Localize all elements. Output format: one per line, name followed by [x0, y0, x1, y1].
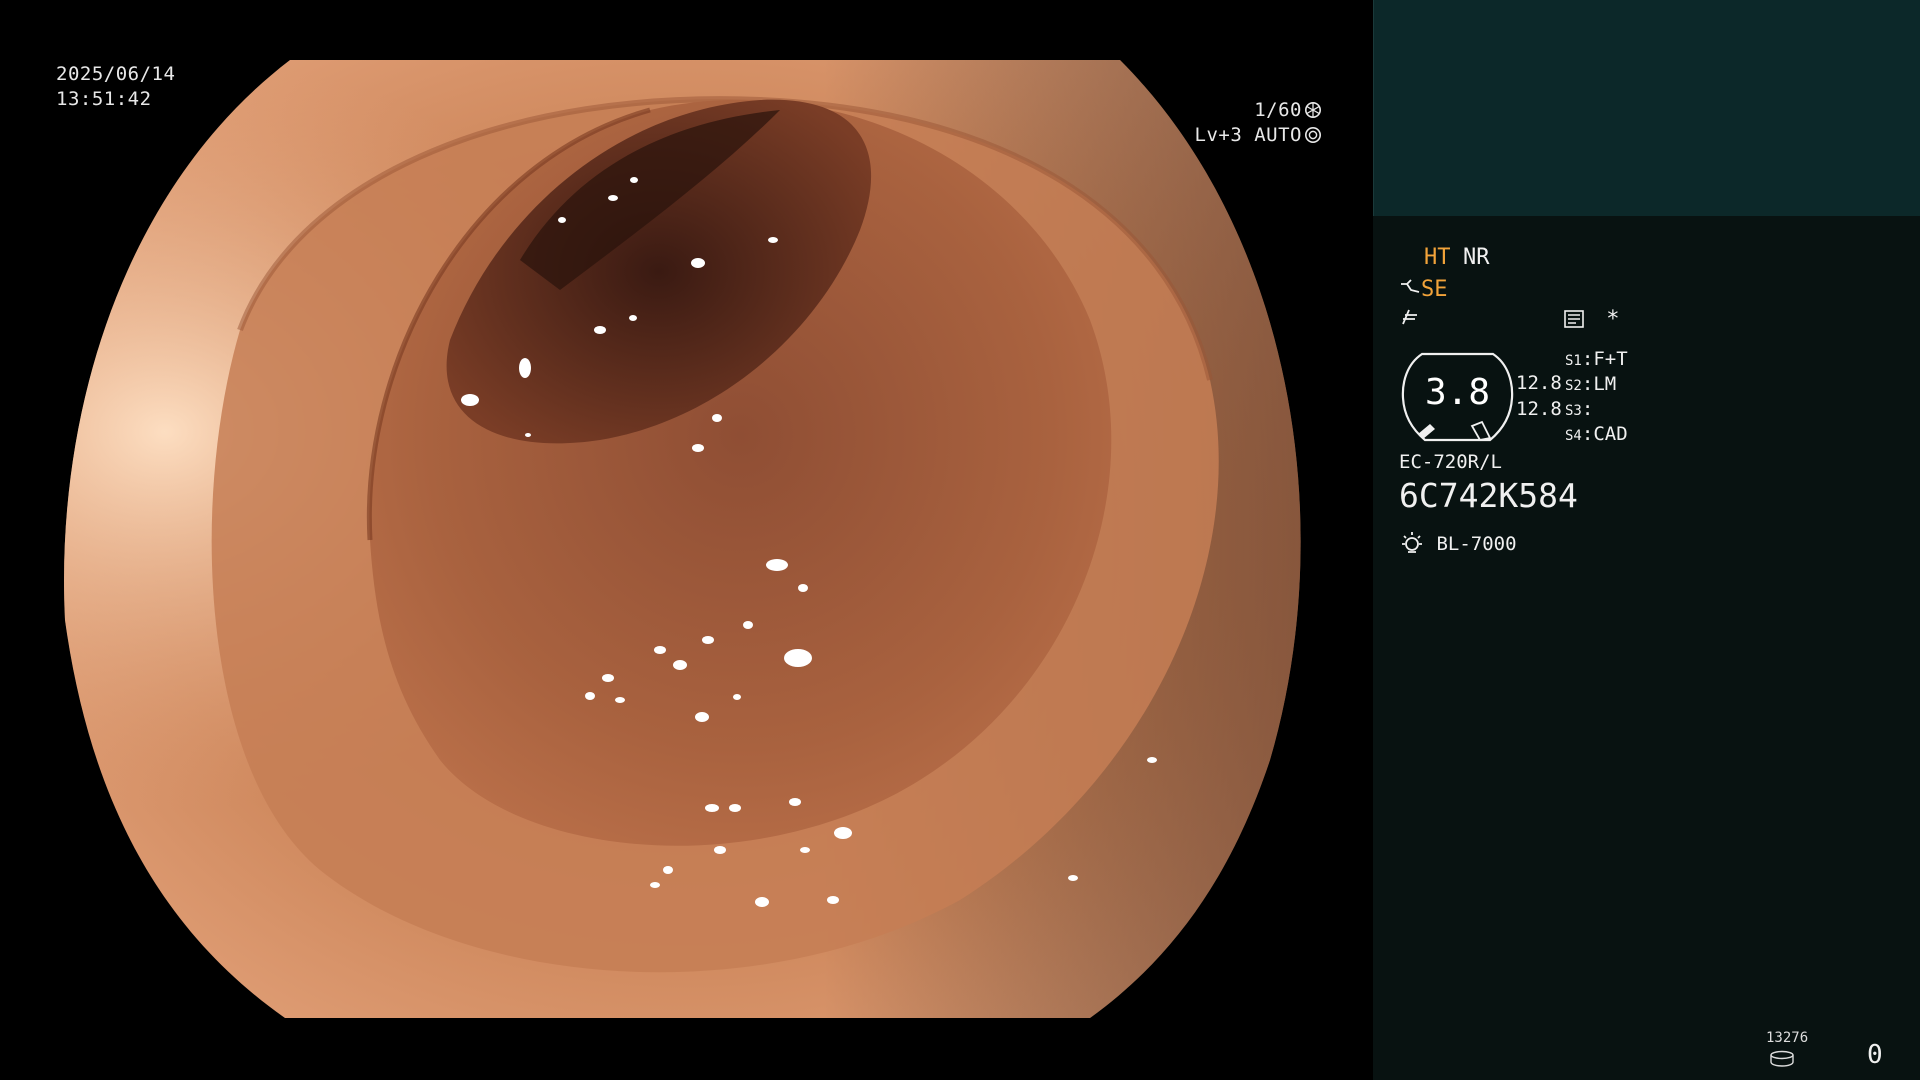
- info-panel: HT NR SE * 3.8 12.8 12.8 S1:F+T S2:LM S3…: [1373, 0, 1920, 1080]
- date-time-readout: 2025/06/14 13:51:42: [56, 62, 175, 112]
- capture-counter: 0: [1867, 1040, 1883, 1070]
- switch-3-assignment: S3:: [1565, 398, 1594, 420]
- aperture-icon: [1304, 101, 1322, 119]
- nr-mode-label: NR: [1463, 245, 1490, 270]
- se-label: SE: [1421, 277, 1448, 302]
- enhancement-row: [1399, 306, 1421, 336]
- switch-4-assignment: S4:CAD: [1565, 423, 1628, 445]
- endoscope-view: 2025/06/14 13:51:42 1/60 Lv+3 AUTO: [0, 0, 1372, 1080]
- indicator-icons: *: [1563, 306, 1620, 334]
- se-row: SE: [1399, 276, 1448, 304]
- scope-model: EC-720R/L: [1399, 451, 1502, 473]
- light-source-icon: [1402, 532, 1422, 553]
- light-source-row: BL-7000: [1399, 530, 1517, 558]
- ht-mode-label: HT: [1424, 245, 1451, 270]
- iris-icon: [1304, 126, 1322, 144]
- shutter-text: 1/60: [1254, 99, 1302, 121]
- date-text: 2025/06/14: [56, 63, 176, 85]
- image-count: 13276: [1766, 1030, 1809, 1046]
- endoscopic-image: [64, 60, 1301, 1018]
- scope-tip-icon: [1401, 279, 1420, 293]
- time-text: 13:51:42: [56, 88, 152, 110]
- switch-1-assignment: S1:F+T: [1565, 348, 1628, 370]
- preview-area: [1373, 0, 1920, 216]
- gauge-reading-2: 12.8: [1516, 398, 1562, 420]
- gauge-reading-1: 12.8: [1516, 372, 1562, 394]
- gauge-value: 3.8: [1424, 372, 1491, 413]
- enhancement-icon: [1402, 309, 1417, 325]
- brightness-mode-text: Lv+3 AUTO: [1194, 124, 1302, 146]
- switch-2-assignment: S2:LM: [1565, 373, 1617, 395]
- light-source-label: BL-7000: [1436, 533, 1517, 555]
- storage-icon: [1770, 1050, 1794, 1067]
- exposure-readout: 1/60 Lv+3 AUTO: [1195, 98, 1322, 148]
- scope-serial: 6C742K584: [1399, 476, 1578, 515]
- star-indicator: *: [1606, 307, 1620, 332]
- memo-icon: [1564, 310, 1584, 328]
